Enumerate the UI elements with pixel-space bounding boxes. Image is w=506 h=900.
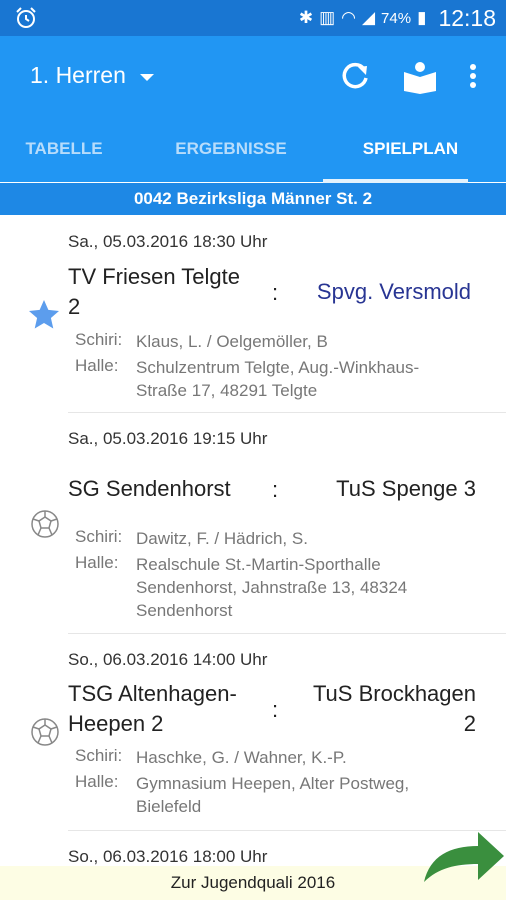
- refresh-icon[interactable]: [337, 58, 373, 94]
- wifi-icon: ◠: [341, 8, 356, 27]
- clock: 12:18: [438, 4, 496, 31]
- forward-arrow-icon[interactable]: [420, 826, 506, 886]
- score-separator: :: [272, 477, 279, 502]
- referee-label: Schiri:: [75, 746, 123, 765]
- venue-label: Halle:: [75, 772, 119, 791]
- referee-names: Klaus, L. / Oelgemöller, B: [136, 332, 328, 351]
- tab-tabelle[interactable]: TABELLE: [0, 116, 128, 182]
- battery-icon: ▮: [417, 8, 427, 27]
- referee-names: Dawitz, F. / Hädrich, S.: [136, 529, 308, 548]
- referee-label: Schiri:: [75, 527, 123, 546]
- alarm-clock-icon: [16, 7, 36, 28]
- divider: [68, 412, 506, 413]
- dropdown-arrow-icon: [139, 73, 154, 81]
- match-datetime: So., 06.03.2016 14:00 Uhr: [68, 650, 268, 669]
- bluetooth-icon: ✱: [298, 8, 314, 27]
- venue-address: Realschule St.-Martin-Sporthalle Sendenh…: [136, 555, 408, 620]
- team-selector[interactable]: 1. Herren: [30, 62, 154, 89]
- app-bar: 1. Herren: [0, 36, 506, 116]
- referee-label: Schiri:: [75, 330, 123, 349]
- score-separator: :: [272, 697, 279, 722]
- match-datetime: So., 06.03.2016 18:00 Uhr: [68, 847, 268, 865]
- overflow-menu-icon[interactable]: [458, 58, 488, 94]
- match-list[interactable]: Sa., 05.03.2016 18:30 Uhr TV Friesen Tel…: [0, 215, 506, 865]
- vibrate-icon: ▥: [319, 8, 336, 27]
- away-team: TuS Brockhagen 2: [312, 681, 476, 736]
- venue-label: Halle:: [75, 356, 119, 375]
- signal-icon: ◢: [361, 8, 376, 27]
- venue-address: Schulzentrum Telgte, Aug.-Winkhaus- Stra…: [136, 358, 420, 400]
- home-team: TV Friesen Telgte 2: [68, 264, 241, 319]
- battery-percentage: 74%: [381, 9, 412, 27]
- away-team: TuS Spenge 3: [336, 476, 476, 501]
- status-bar: ✱ ▥ ◠ ◢ 74% ▮ 12:18: [0, 0, 506, 36]
- handball-icon: [31, 510, 59, 538]
- star-icon[interactable]: [26, 297, 62, 333]
- divider: [68, 633, 506, 634]
- team-selector-label: 1. Herren: [30, 62, 126, 88]
- tab-bar: TABELLE ERGEBNISSE SPIELPLAN: [0, 116, 506, 182]
- tab-ergebnisse[interactable]: ERGEBNISSE: [128, 116, 334, 182]
- venue-address: Gymnasium Heepen, Alter Postweg, Bielefe…: [136, 774, 410, 816]
- score-separator: :: [272, 280, 279, 305]
- match-datetime: Sa., 05.03.2016 19:15 Uhr: [68, 429, 268, 448]
- away-team: Spvg. Versmold: [316, 279, 471, 304]
- league-header: 0042 Bezirksliga Männer St. 2: [0, 183, 506, 215]
- venue-label: Halle:: [75, 553, 119, 572]
- home-team: TSG Altenhagen- Heepen 2: [68, 681, 237, 736]
- handball-icon: [31, 718, 59, 746]
- tab-spielplan[interactable]: SPIELPLAN: [323, 116, 498, 182]
- match-datetime: Sa., 05.03.2016 18:30 Uhr: [68, 232, 268, 251]
- home-team: SG Sendenhorst: [68, 476, 231, 501]
- referee-names: Haschke, G. / Wahner, K.-P.: [136, 748, 347, 767]
- book-reader-icon[interactable]: [402, 58, 438, 94]
